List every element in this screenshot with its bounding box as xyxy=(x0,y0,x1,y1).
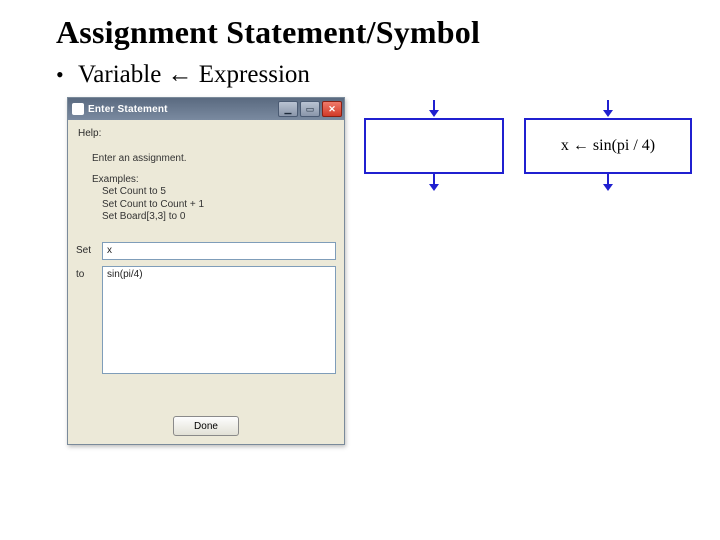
expression-input[interactable] xyxy=(102,266,336,374)
to-row: to xyxy=(76,266,336,374)
bullet-item: • Variable ← Expression xyxy=(56,61,680,89)
help-label: Help: xyxy=(78,128,336,139)
arrow-down-icon xyxy=(601,100,615,118)
flow-box-empty xyxy=(364,118,504,174)
help-intro: Enter an assignment. xyxy=(92,153,324,166)
bullet-dot-icon: • xyxy=(56,62,78,88)
enter-statement-dialog: Enter Statement ▁ ▭ ✕ Help: Enter an ass… xyxy=(67,97,345,445)
set-row: Set xyxy=(76,242,336,260)
flow-symbol-assignment: x ← sin(pi / 4) xyxy=(524,100,692,192)
example-line: Set Count to 5 xyxy=(102,186,324,199)
close-icon: ✕ xyxy=(328,105,336,114)
flow-symbol-empty xyxy=(364,100,504,192)
dialog-title: Enter Statement xyxy=(88,104,278,115)
example-line: Set Board[3,3] to 0 xyxy=(102,211,324,224)
maximize-icon: ▭ xyxy=(306,105,315,114)
bullet-text: Variable ← Expression xyxy=(78,61,310,89)
to-label: to xyxy=(76,266,102,280)
flow-box-assignment: x ← sin(pi / 4) xyxy=(524,118,692,174)
arrow-down-icon xyxy=(427,100,441,118)
slide-title: Assignment Statement/Symbol xyxy=(56,14,680,51)
done-button[interactable]: Done xyxy=(173,416,239,436)
examples-label: Examples: xyxy=(92,174,324,187)
bullet-list: • Variable ← Expression xyxy=(56,61,680,89)
minimize-button[interactable]: ▁ xyxy=(278,101,298,117)
help-text: Enter an assignment. Examples: Set Count… xyxy=(82,145,334,234)
set-variable-input[interactable] xyxy=(102,242,336,260)
dialog-footer: Done xyxy=(68,416,344,436)
arrow-down-icon xyxy=(427,174,441,192)
arrow-down-icon xyxy=(601,174,615,192)
dialog-body: Help: Enter an assignment. Examples: Set… xyxy=(68,120,344,382)
maximize-button[interactable]: ▭ xyxy=(300,101,320,117)
app-icon xyxy=(72,103,84,115)
flowchart-area: x ← sin(pi / 4) xyxy=(360,100,700,220)
example-line: Set Count to Count + 1 xyxy=(102,199,324,212)
set-label: Set xyxy=(76,242,102,256)
minimize-icon: ▁ xyxy=(285,105,292,114)
dialog-titlebar[interactable]: Enter Statement ▁ ▭ ✕ xyxy=(68,98,344,120)
window-buttons: ▁ ▭ ✕ xyxy=(278,101,342,117)
close-button[interactable]: ✕ xyxy=(322,101,342,117)
